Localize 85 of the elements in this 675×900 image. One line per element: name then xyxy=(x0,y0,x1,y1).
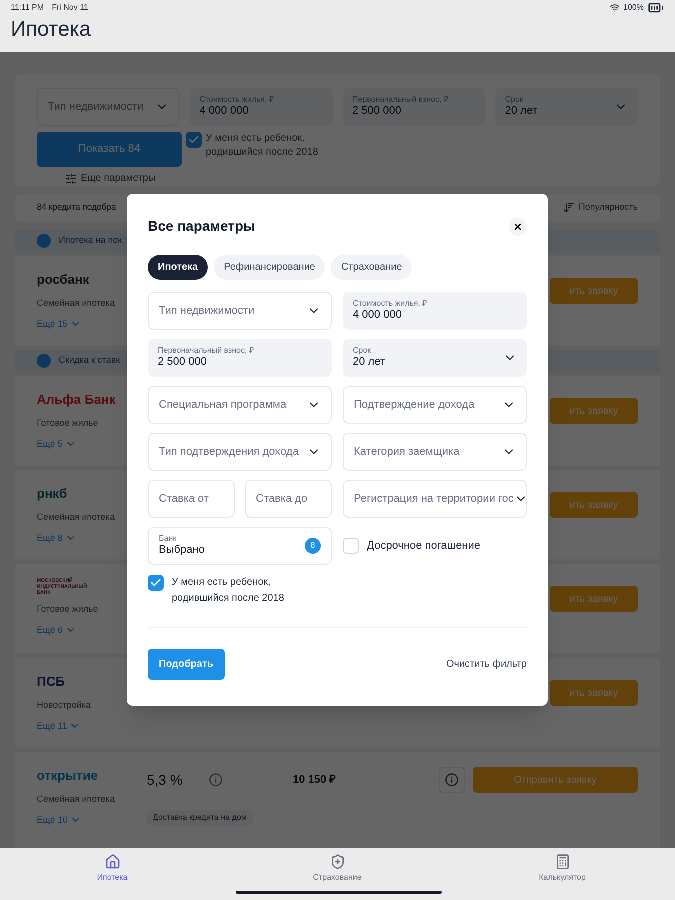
show-results-button[interactable]: Показать 84 xyxy=(37,132,182,167)
section-title: Ипотека на пок xyxy=(59,234,122,248)
more-parameters-link[interactable]: Еще параметры xyxy=(81,171,156,186)
field-value: 4 000 000 xyxy=(353,309,403,323)
status-time: 11:11 PM xyxy=(11,2,44,14)
field-label: Срок xyxy=(353,346,372,356)
tab-bar-item[interactable]: Страхование xyxy=(225,848,450,900)
more-link[interactable]: Ещё 5 xyxy=(37,438,63,451)
badge-icon xyxy=(37,234,51,248)
tab-bar-item[interactable]: Калькулятор xyxy=(450,848,675,900)
select-field[interactable]: Тип недвижимости xyxy=(37,88,180,126)
more-link[interactable]: Ещё 10 xyxy=(37,814,68,827)
input-field[interactable]: Срок 20 лет xyxy=(343,339,527,377)
field-value: 20 лет xyxy=(353,356,386,370)
section-title: Скидка к ставк xyxy=(59,354,120,368)
more-link[interactable]: Ещё 11 xyxy=(37,720,68,733)
info-icon xyxy=(445,773,459,787)
bank-logo: открытие xyxy=(37,767,100,785)
more-link[interactable]: Ещё 6 xyxy=(37,624,63,637)
input-field[interactable]: Первоначальный взнос, ₽ 2 500 000 xyxy=(148,339,332,377)
more-link[interactable]: Ещё 8 xyxy=(37,532,63,545)
results-count: 84 кредита подобра xyxy=(37,201,116,214)
select-field[interactable]: Тип подтверждения дохода xyxy=(148,433,332,471)
checkbox[interactable] xyxy=(148,575,164,591)
close-icon xyxy=(513,222,523,232)
monthly-payment: 10 150 ₽ xyxy=(293,772,336,788)
tab-bar-item[interactable]: Ипотека xyxy=(0,848,225,900)
close-button[interactable] xyxy=(509,218,527,236)
info-icon[interactable] xyxy=(209,773,223,787)
select-field[interactable]: Специальная программа xyxy=(148,386,332,424)
select-field[interactable]: Банк Выбрано 8 xyxy=(148,527,332,565)
house-icon xyxy=(104,854,120,870)
tab[interactable]: Ипотека xyxy=(148,255,208,280)
feature-tag: Доставка кредита на дом xyxy=(147,810,253,826)
product-name: Готовое жилье xyxy=(37,603,100,616)
checkbox[interactable] xyxy=(343,538,359,554)
shield-icon xyxy=(330,854,346,870)
rate: 5,3 % xyxy=(147,770,184,790)
check-icon xyxy=(188,134,200,146)
product-name: Семейная ипотека xyxy=(37,793,116,806)
bank-logo: росбанк xyxy=(37,271,90,289)
input-field[interactable]: Ставка от xyxy=(148,480,235,518)
tab[interactable]: Страхование xyxy=(331,255,412,280)
select-field[interactable]: Тип недвижимости xyxy=(148,292,332,330)
field-value: 2 500 000 xyxy=(352,105,402,119)
sort-icon xyxy=(562,202,575,214)
more-link[interactable]: Ещё 15 xyxy=(37,318,68,331)
dialog-title: Все параметры xyxy=(148,217,256,236)
battery-percent: 100% xyxy=(624,2,644,14)
wifi-icon xyxy=(610,3,620,13)
product-name: Семейная ипотека xyxy=(37,297,116,310)
submit-button[interactable]: Подобрать xyxy=(148,649,225,680)
badge-icon xyxy=(37,354,51,368)
bank-logo: Альфа Банк xyxy=(37,391,117,409)
field-value: 4 000 000 xyxy=(200,105,250,119)
field-label: Банк xyxy=(159,534,178,544)
count-badge: 8 xyxy=(305,538,321,554)
checkbox-label: Досрочное погашение xyxy=(367,538,481,554)
checkbox[interactable] xyxy=(186,132,202,148)
checkbox-label: У меня есть ребенок, родившийся после 2018 xyxy=(206,132,320,160)
select-field[interactable]: Регистрация на территории гос xyxy=(343,480,527,518)
checkbox-label: У меня есть ребенок, родившийся после 2018 xyxy=(172,576,286,606)
page-title: Ипотека xyxy=(11,17,92,43)
field-value: 2 500 000 xyxy=(158,356,208,370)
calculator-icon xyxy=(554,854,570,870)
field-value: Выбрано xyxy=(159,544,205,558)
input-field[interactable]: Ставка до xyxy=(245,480,332,518)
select-field[interactable]: Подтверждение дохода xyxy=(343,386,527,424)
bank-logo: рнкб xyxy=(37,485,68,503)
clear-filter-link[interactable]: Очистить фильтр xyxy=(446,657,527,672)
product-name: Семейная ипотека xyxy=(37,511,116,524)
check-icon xyxy=(150,577,162,589)
field-label: Стоимость жилья, ₽ xyxy=(353,299,428,310)
field-label: Первоначальный взнос, ₽ xyxy=(158,346,254,356)
sliders-icon xyxy=(65,172,77,184)
input-field[interactable]: Стоимость жилья, ₽ 4 000 000 xyxy=(343,292,527,330)
product-name: Готовое жилье xyxy=(37,417,100,430)
tab[interactable]: Рефинансирование xyxy=(214,255,326,280)
status-date: Fri Nov 11 xyxy=(52,2,88,14)
bank-logo: ПСБ xyxy=(37,673,66,691)
product-name: Новостройка xyxy=(37,699,92,712)
sort-button[interactable]: Популярность xyxy=(578,201,638,215)
info-button[interactable] xyxy=(439,767,465,793)
select-field[interactable]: Категория заемщика xyxy=(343,433,527,471)
field-value: 20 лет xyxy=(505,105,538,119)
